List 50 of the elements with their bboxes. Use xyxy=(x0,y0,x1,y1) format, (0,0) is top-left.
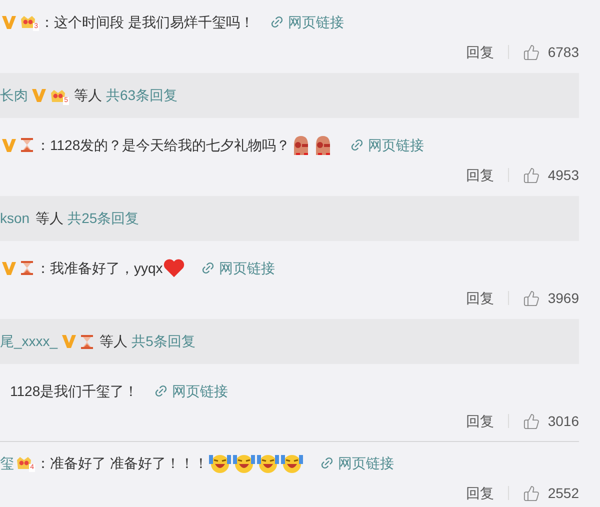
vip-v-icon xyxy=(1,260,17,276)
replies-summary-bar[interactable]: 尾_xxxx_ 等人 共5条回复 xyxy=(0,319,579,364)
hourglass-icon xyxy=(20,137,34,153)
comment-text: ：准备好了 准备好了！！！ xyxy=(36,454,208,472)
web-link[interactable]: 网页链接 xyxy=(350,134,424,156)
hourglass-icon xyxy=(80,334,94,350)
vip-v-icon xyxy=(1,14,17,30)
others-label: 等人 xyxy=(74,86,102,105)
reply-count-link[interactable]: 共5条回复 xyxy=(132,331,196,352)
hourglass-icon xyxy=(20,260,34,276)
like-count: 6783 xyxy=(548,42,579,62)
like-icon[interactable] xyxy=(522,290,540,306)
vip-v-icon xyxy=(31,88,47,103)
reply-link[interactable]: 回复 xyxy=(466,482,494,504)
others-label: 等人 xyxy=(100,332,128,351)
web-link[interactable]: 网页链接 xyxy=(154,380,228,402)
comment-text: ：1128发的？是今天给我的七夕礼物吗？ xyxy=(36,136,290,154)
like-count: 4953 xyxy=(548,166,579,184)
laughing-emoji-icon xyxy=(280,452,304,474)
reply-count-link[interactable]: 共25条回复 xyxy=(68,208,140,229)
like-count: 3969 xyxy=(548,288,579,308)
reply-author-name[interactable]: 尾_xxxx_ xyxy=(0,331,58,352)
reply-link[interactable]: 回复 xyxy=(466,42,494,62)
laughing-emoji-icon xyxy=(232,452,256,474)
reply-link[interactable]: 回复 xyxy=(466,164,494,186)
reply-count-link[interactable]: 共63条回复 xyxy=(106,85,178,106)
comment-text: ：我准备好了，yyqx xyxy=(36,258,163,278)
laughing-emoji-icon xyxy=(208,452,232,474)
others-label: 等人 xyxy=(36,209,64,228)
like-icon[interactable] xyxy=(522,484,540,502)
web-link[interactable]: 网页链接 xyxy=(320,452,394,474)
like-icon[interactable] xyxy=(522,44,540,60)
reply-author-name[interactable]: 长肉 xyxy=(0,85,28,106)
reply-link[interactable]: 回复 xyxy=(466,288,494,308)
vip-v-icon xyxy=(1,138,17,152)
replies-summary-bar[interactable]: kson 等人 共25条回复 xyxy=(0,196,579,241)
reply-author-name[interactable]: kson xyxy=(0,208,30,229)
web-link[interactable]: 网页链接 xyxy=(200,258,275,278)
vip-v-icon xyxy=(60,334,77,349)
comment-text: 1128是我们千玺了！ xyxy=(10,382,138,400)
reply-link[interactable]: 回复 xyxy=(466,410,494,432)
like-count: 2552 xyxy=(548,484,579,502)
like-icon[interactable] xyxy=(522,166,540,184)
like-icon[interactable] xyxy=(522,412,540,430)
author-name[interactable]: 玺 xyxy=(0,452,14,474)
like-count: 3016 xyxy=(548,412,579,430)
heart-emoji-icon xyxy=(162,258,185,278)
web-link[interactable]: 网页链接 xyxy=(270,12,344,32)
laughing-emoji-icon xyxy=(256,452,280,474)
comment-text: ：这个时间段 是我们易烊千玺吗！ xyxy=(40,12,254,32)
